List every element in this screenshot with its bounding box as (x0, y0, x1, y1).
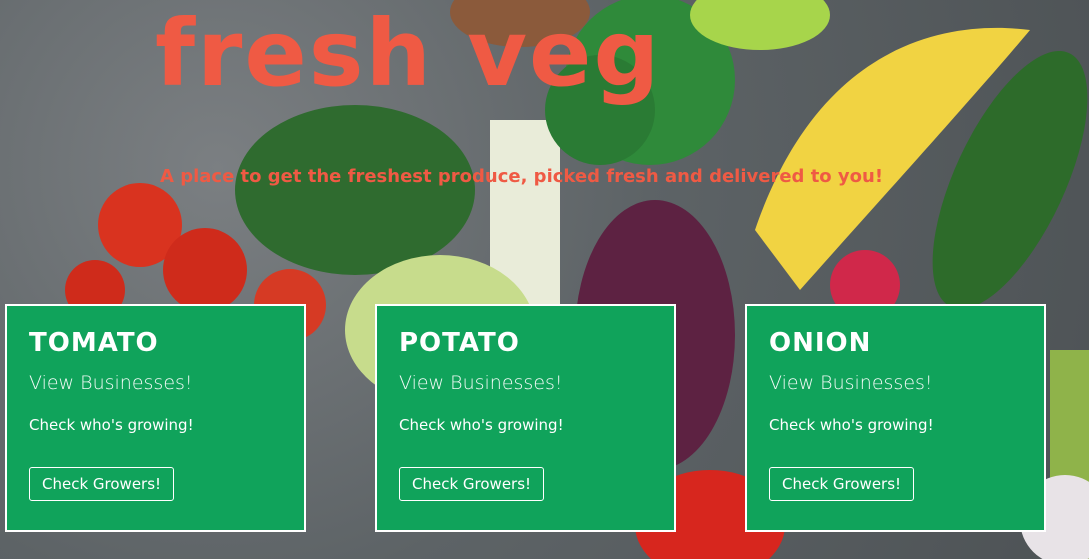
check-growers-button[interactable]: Check Growers! (399, 467, 545, 501)
card-subtitle: View Businesses! (769, 372, 933, 394)
hero-subtitle: A place to get the freshest produce, pic… (160, 166, 884, 187)
card-title: POTATO (399, 328, 520, 358)
card-text: Check who's growing! (29, 416, 194, 434)
check-growers-button[interactable]: Check Growers! (29, 467, 175, 501)
card-potato: POTATO View Businesses! Check who's grow… (375, 304, 676, 532)
card-onion: ONION View Businesses! Check who's growi… (745, 304, 1046, 532)
hero-title: fresh veg (155, 0, 662, 107)
card-title: ONION (769, 328, 872, 358)
card-text: Check who's growing! (399, 416, 564, 434)
card-subtitle: View Businesses! (29, 372, 193, 394)
card-subtitle: View Businesses! (399, 372, 563, 394)
produce-cards: TOMATO View Businesses! Check who's grow… (5, 304, 1087, 536)
card-text: Check who's growing! (769, 416, 934, 434)
check-growers-button[interactable]: Check Growers! (769, 467, 915, 501)
card-title: TOMATO (29, 328, 159, 358)
card-tomato: TOMATO View Businesses! Check who's grow… (5, 304, 306, 532)
